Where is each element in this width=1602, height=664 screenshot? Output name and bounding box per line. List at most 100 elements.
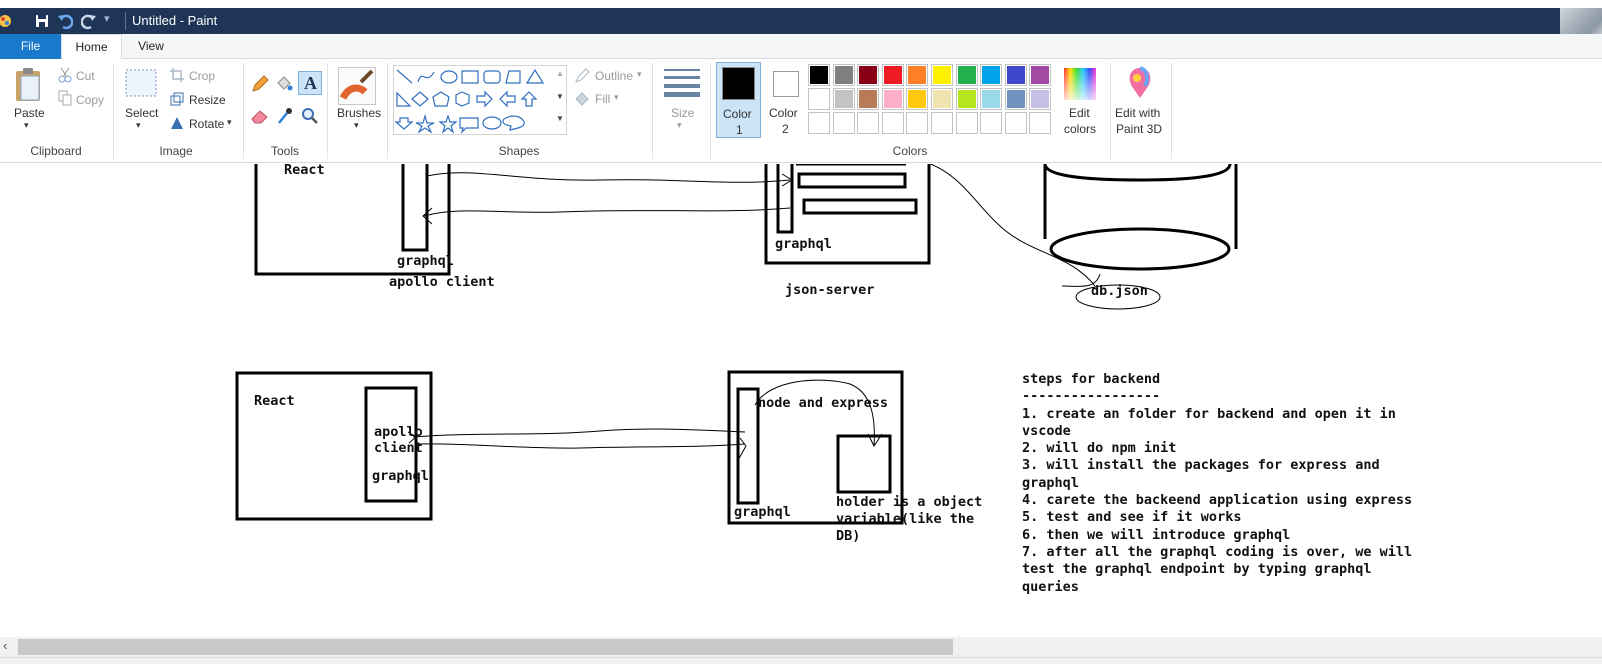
crop-button[interactable]: Crop bbox=[189, 69, 215, 83]
redo-icon[interactable] bbox=[81, 13, 97, 31]
paint3d-icon[interactable] bbox=[1125, 66, 1155, 100]
scrollbar-thumb[interactable] bbox=[18, 639, 953, 655]
custom-color-slot[interactable] bbox=[881, 112, 904, 134]
eraser-icon[interactable] bbox=[251, 108, 269, 124]
edit-colors-button[interactable]: Edit bbox=[1069, 106, 1090, 120]
custom-color-slot[interactable] bbox=[808, 112, 830, 134]
palette-swatch[interactable] bbox=[931, 64, 953, 86]
crop-icon[interactable] bbox=[170, 68, 184, 82]
custom-color-slot[interactable] bbox=[955, 112, 978, 134]
custom-color-slot[interactable] bbox=[857, 112, 880, 134]
text-tool-button[interactable]: A bbox=[298, 71, 322, 95]
palette-swatch[interactable] bbox=[832, 64, 855, 86]
steps-line: 4. carete the backeend application using… bbox=[1022, 492, 1413, 509]
palette-swatch[interactable] bbox=[980, 64, 1003, 86]
shapes-scroll-down-icon[interactable]: ▼ bbox=[556, 92, 564, 101]
custom-color-slot[interactable] bbox=[1004, 112, 1027, 134]
rotate-button[interactable]: Rotate bbox=[189, 117, 224, 131]
save-icon[interactable] bbox=[35, 14, 49, 32]
size-icon[interactable] bbox=[664, 67, 700, 97]
palette-swatch[interactable] bbox=[931, 88, 953, 110]
custom-color-slot[interactable] bbox=[832, 112, 855, 134]
resize-button[interactable]: Resize bbox=[189, 93, 226, 107]
fill-dropdown-icon[interactable]: ▾ bbox=[614, 92, 619, 103]
select-button[interactable]: Select bbox=[125, 106, 158, 120]
tab-home[interactable]: Home bbox=[61, 34, 122, 60]
custom-color-slot[interactable] bbox=[931, 112, 953, 134]
palette-swatch[interactable] bbox=[906, 64, 929, 86]
palette-swatch[interactable] bbox=[1004, 88, 1027, 110]
palette-swatch[interactable] bbox=[857, 88, 880, 110]
ribbon-tabs: File Home View bbox=[0, 34, 1602, 60]
tab-file[interactable]: File bbox=[0, 34, 61, 59]
custom-color-slot[interactable] bbox=[906, 112, 929, 134]
group-divider bbox=[327, 63, 328, 159]
top-graphql-label: graphql bbox=[397, 253, 454, 269]
copy-button[interactable]: Copy bbox=[76, 93, 104, 107]
edit-with-paint3d-button[interactable]: Edit with bbox=[1115, 106, 1160, 120]
edit-colors-button-line2[interactable]: colors bbox=[1064, 122, 1096, 136]
palette-swatch[interactable] bbox=[1004, 64, 1027, 86]
fill-bucket-icon[interactable] bbox=[275, 75, 293, 93]
db-cylinder-top bbox=[1043, 164, 1232, 182]
brushes-dropdown-icon[interactable]: ▾ bbox=[354, 120, 359, 131]
palette-swatch[interactable] bbox=[881, 88, 904, 110]
palette-swatch[interactable] bbox=[955, 88, 978, 110]
palette-swatch[interactable] bbox=[1029, 64, 1052, 86]
color2-button[interactable]: Color 2 bbox=[763, 62, 808, 138]
group-divider bbox=[710, 63, 711, 159]
palette-swatch[interactable] bbox=[832, 88, 855, 110]
brushes-button[interactable]: Brushes bbox=[337, 106, 381, 120]
color-picker-icon[interactable] bbox=[277, 107, 293, 125]
image-group-label: Image bbox=[159, 144, 193, 158]
size-dropdown-icon[interactable]: ▾ bbox=[677, 120, 682, 131]
color1-swatch bbox=[722, 67, 755, 100]
shapes-expand-icon[interactable]: ▼ bbox=[556, 114, 564, 123]
holder-box bbox=[836, 434, 892, 494]
paste-icon[interactable] bbox=[14, 67, 44, 103]
rotate-dropdown-icon[interactable]: ▾ bbox=[227, 117, 232, 128]
cut-button[interactable]: Cut bbox=[76, 69, 95, 83]
color2-label: Color bbox=[769, 106, 798, 120]
pencil-icon[interactable] bbox=[251, 75, 269, 93]
fill-icon[interactable] bbox=[574, 91, 590, 107]
horizontal-scrollbar[interactable]: ‹ bbox=[0, 637, 1602, 657]
paste-button[interactable]: Paste bbox=[14, 106, 45, 120]
custom-color-slot[interactable] bbox=[980, 112, 1003, 134]
outline-icon[interactable] bbox=[574, 68, 590, 84]
shapes-gallery[interactable] bbox=[393, 65, 567, 135]
palette-swatch[interactable] bbox=[980, 88, 1003, 110]
color1-button[interactable]: Color 1 bbox=[716, 62, 761, 138]
palette-swatch[interactable] bbox=[808, 64, 830, 86]
cut-icon[interactable] bbox=[58, 67, 72, 83]
edit-colors-icon[interactable] bbox=[1064, 68, 1096, 100]
tab-view[interactable]: View bbox=[122, 34, 180, 59]
shapes-scroll-up-icon[interactable]: ▲ bbox=[556, 69, 564, 78]
top-response-arrow bbox=[423, 207, 791, 217]
size-button[interactable]: Size bbox=[671, 106, 694, 120]
rotate-icon[interactable] bbox=[170, 116, 184, 130]
drawing-canvas[interactable]: React graphql apollo client graphql json… bbox=[0, 164, 1602, 639]
select-dropdown-icon[interactable]: ▾ bbox=[136, 120, 141, 131]
fill-button[interactable]: Fill bbox=[595, 92, 610, 106]
magnifier-icon[interactable] bbox=[301, 107, 319, 125]
scroll-left-icon[interactable]: ‹ bbox=[3, 638, 7, 653]
custom-color-slot[interactable] bbox=[1029, 112, 1052, 134]
paste-dropdown-icon[interactable]: ▾ bbox=[24, 120, 29, 131]
palette-swatch[interactable] bbox=[857, 64, 880, 86]
palette-swatch[interactable] bbox=[881, 64, 904, 86]
resize-icon[interactable] bbox=[170, 92, 184, 106]
copy-icon[interactable] bbox=[58, 90, 72, 106]
undo-icon[interactable] bbox=[57, 13, 73, 31]
edit-with-paint3d-button-line2[interactable]: Paint 3D bbox=[1116, 122, 1162, 136]
customize-quick-access-icon[interactable]: ▾ bbox=[104, 12, 110, 30]
select-icon[interactable] bbox=[125, 69, 157, 97]
palette-swatch[interactable] bbox=[955, 64, 978, 86]
brushes-preview[interactable] bbox=[338, 67, 376, 105]
tools-group-label: Tools bbox=[270, 144, 299, 158]
palette-swatch[interactable] bbox=[906, 88, 929, 110]
palette-swatch[interactable] bbox=[808, 88, 830, 110]
outline-dropdown-icon[interactable]: ▾ bbox=[637, 69, 642, 80]
outline-button[interactable]: Outline bbox=[595, 69, 633, 83]
palette-swatch[interactable] bbox=[1029, 88, 1052, 110]
